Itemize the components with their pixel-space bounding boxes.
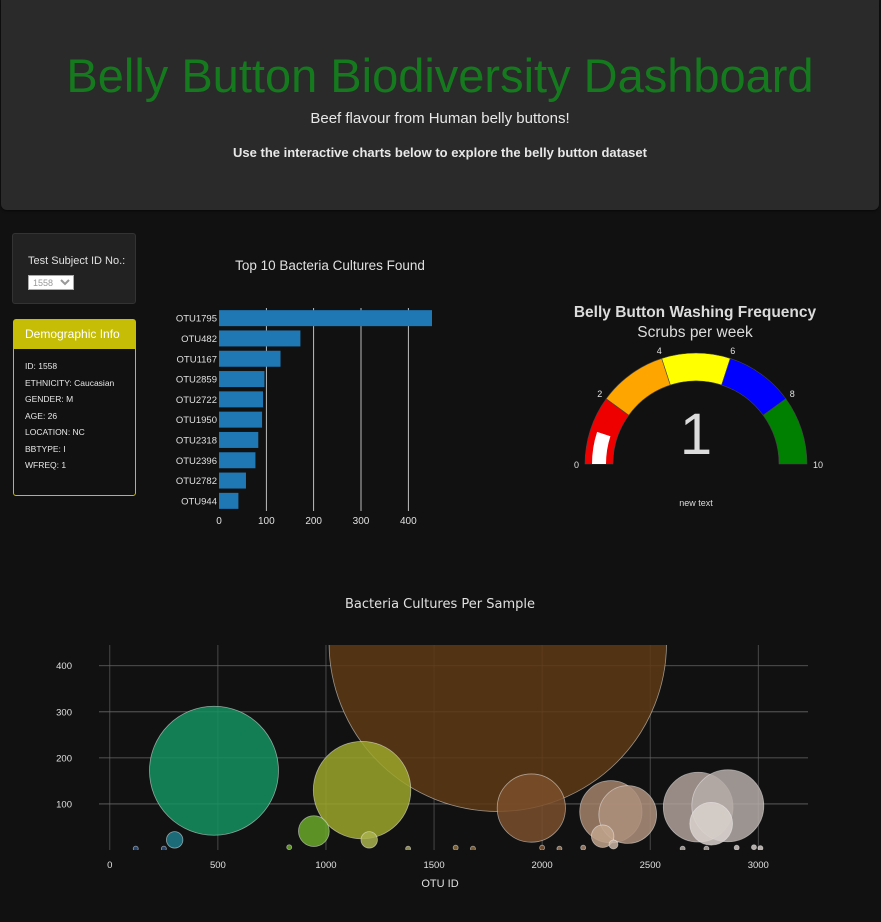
bar-x-tick-label: 200 (305, 516, 322, 527)
subject-id-select[interactable]: 1558 (28, 275, 74, 290)
bar-y-tick-label: OTU2318 (176, 435, 217, 446)
page-subtitle: Beef flavour from Human belly buttons! (310, 110, 570, 127)
bubble-mark (470, 845, 476, 850)
bar-mark (219, 330, 301, 347)
demographic-info-list: ID: 1558 ETHNICITY: Caucasian GENDER: M … (14, 349, 135, 477)
subject-selector-panel: Test Subject ID No.: 1558 (12, 233, 136, 304)
bar-mark (219, 492, 239, 509)
bubble-chart-title: Bacteria Cultures Per Sample (345, 597, 535, 612)
bar-mark (219, 310, 432, 327)
demographic-row-bbtype: BBTYPE: I (25, 443, 66, 454)
demographic-info-title: Demographic Info (14, 320, 135, 349)
bar-mark (219, 472, 246, 489)
gauge-tick-label: 4 (657, 346, 662, 356)
bar-x-tick-label: 300 (353, 516, 370, 527)
gauge-tick-label: 10 (813, 460, 823, 470)
header-banner: Belly Button Biodiversity Dashboard Beef… (1, 0, 879, 210)
top10-bar-chart[interactable]: Top 10 Bacteria Cultures Found OTU1795 OT… (160, 248, 460, 533)
bubble-mark (679, 845, 686, 850)
gauge-value-label: 1 (680, 402, 712, 467)
demographic-row-gender: GENDER: M (25, 394, 74, 404)
bar-chart-title: Top 10 Bacteria Cultures Found (235, 258, 425, 273)
bar-x-tick-label: 400 (400, 516, 417, 527)
demographic-info-panel: Demographic Info ID: 1558 ETHNICITY: Cau… (13, 319, 136, 496)
bar-y-tick-label: OTU2722 (176, 395, 217, 406)
gauge-footer-label: new text (679, 498, 713, 508)
bubble-mark (166, 831, 184, 849)
bar-y-tick-label: OTU1950 (176, 415, 217, 426)
bar-y-tick-label: OTU482 (181, 334, 217, 345)
bubble-mark (733, 844, 740, 850)
bubble-y-tick-label: 300 (56, 707, 72, 718)
bar-x-tick-label: 100 (258, 516, 275, 527)
bubble-mark (298, 815, 330, 847)
bubble-mark (751, 844, 757, 850)
gauge-tick-label: 6 (730, 346, 735, 356)
bubble-x-tick-label: 500 (210, 860, 226, 871)
bar-mark (219, 391, 264, 408)
bubble-x-tick-label: 3000 (748, 860, 769, 871)
bubble-mark (703, 845, 710, 850)
gauge-subtitle: Scrubs per week (637, 324, 753, 341)
page-title: Belly Button Biodiversity Dashboard (66, 49, 814, 102)
bubble-mark (496, 773, 566, 843)
demographic-row-wfreq: WFREQ: 1 (25, 460, 67, 470)
bubble-y-tick-label: 400 (56, 661, 72, 672)
bar-y-tick-label: OTU944 (181, 496, 217, 507)
gauge-title: Belly Button Washing Frequency (574, 304, 817, 321)
bubble-mark (149, 705, 279, 836)
bubble-mark (556, 845, 563, 850)
bar-mark (219, 371, 265, 388)
gauge-tick-label: 0 (574, 460, 579, 470)
bubble-mark (286, 844, 293, 850)
bubble-mark (608, 839, 619, 850)
bar-mark (219, 431, 259, 448)
bubble-chart[interactable]: Bacteria Cultures Per Sample 0 500 1000 150… (40, 590, 840, 900)
bubble-mark (452, 844, 459, 850)
bar-mark (219, 350, 281, 367)
demographic-row-age: AGE: 26 (25, 410, 58, 421)
bar-mark (219, 411, 263, 428)
bubble-x-tick-label: 1000 (315, 860, 336, 871)
page-instructions: Use the interactive charts below to expl… (233, 145, 647, 160)
bubble-mark (160, 845, 167, 850)
bar-y-tick-label: OTU2782 (176, 476, 217, 487)
bubble-mark (689, 801, 733, 846)
bubble-mark (580, 844, 587, 850)
bubble-x-axis-label: OTU ID (421, 878, 458, 890)
bubble-x-tick-label: 2500 (640, 860, 661, 871)
gauge-band (661, 352, 731, 386)
bubble-y-tick-label: 100 (56, 799, 72, 810)
bubble-x-tick-label: 0 (107, 860, 112, 871)
bar-y-tick-label: OTU1167 (177, 354, 217, 365)
demographic-row-location: LOCATION: NC (25, 427, 85, 437)
bar-mark (219, 452, 256, 469)
bubble-mark (360, 831, 378, 849)
demographic-row-ethnicity: ETHNICITY: Caucasian (25, 377, 115, 388)
bubble-mark (539, 844, 546, 850)
bar-y-tick-label: OTU1795 (176, 314, 217, 325)
bubble-y-tick-label: 200 (56, 753, 72, 764)
gauge-tick-label: 8 (790, 389, 795, 399)
bubble-x-tick-label: 2000 (532, 860, 553, 871)
demographic-row-id: ID: 1558 (25, 361, 58, 371)
bubble-mark (757, 845, 764, 850)
bar-y-tick-label: OTU2859 (176, 375, 217, 386)
washing-gauge-chart[interactable]: Belly Button Washing Frequency Scrubs pe… (545, 298, 850, 518)
gauge-tick-label: 2 (597, 389, 602, 399)
subject-selector-label: Test Subject ID No.: (28, 255, 126, 267)
bar-x-tick-label: 0 (216, 516, 222, 527)
bubble-x-tick-label: 1500 (423, 860, 444, 871)
bubble-mark (405, 845, 412, 850)
bubble-mark (132, 845, 139, 850)
bar-y-tick-label: OTU2396 (176, 456, 217, 467)
